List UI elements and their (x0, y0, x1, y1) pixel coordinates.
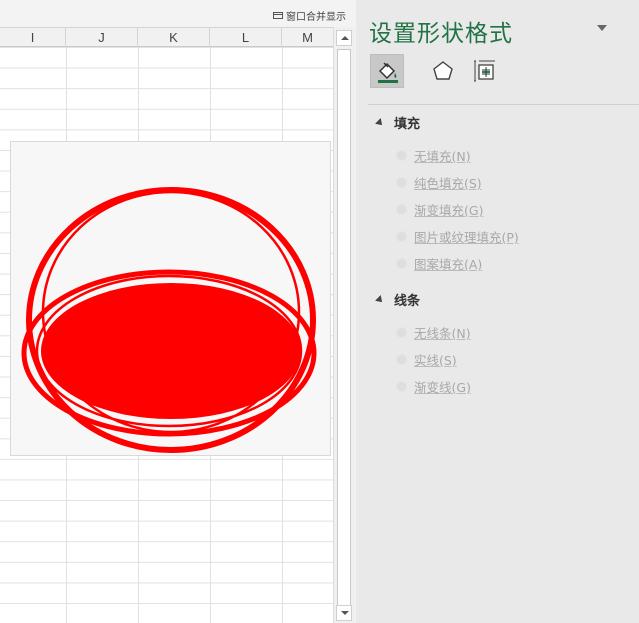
radio-gradient-fill[interactable] (396, 204, 407, 215)
fill-section-header[interactable]: 填充 (375, 113, 421, 132)
option-solid-fill[interactable]: 纯色填充(S) (396, 173, 482, 192)
vertical-scrollbar[interactable] (333, 27, 355, 623)
column-header-k[interactable]: K (138, 28, 210, 47)
option-gradient-fill[interactable]: 渐变填充(G) (396, 200, 483, 219)
pane-title: 设置形状格式 (369, 21, 513, 47)
option-pattern-fill-label: 图案填充(A) (414, 257, 483, 272)
column-header-m[interactable]: M (282, 28, 333, 47)
line-section-header[interactable]: 线条 (375, 290, 421, 309)
size-properties-icon (474, 60, 495, 82)
collapse-triangle-icon (375, 294, 385, 305)
option-solid-fill-label: 纯色填充(S) (414, 176, 482, 191)
option-pattern-fill[interactable]: 图案填充(A) (396, 254, 482, 273)
option-picture-texture-fill[interactable]: 图片或纹理填充(P) (396, 227, 519, 246)
option-gradient-line[interactable]: 渐变线(G) (396, 377, 471, 396)
merge-window-label: 窗口合并显示 (286, 11, 346, 23)
worksheet[interactable]: I J K L M (0, 27, 333, 623)
tab-effects[interactable] (426, 54, 460, 88)
column-header-i[interactable]: I (0, 28, 66, 47)
pentagon-icon (433, 61, 453, 80)
option-picture-texture-fill-label: 图片或纹理填充(P) (414, 230, 519, 245)
scroll-down-arrow-icon[interactable] (336, 605, 352, 621)
column-header-l[interactable]: L (210, 28, 282, 47)
option-gradient-line-label: 渐变线(G) (414, 380, 471, 395)
radio-picture-texture-fill[interactable] (396, 231, 407, 242)
radio-pattern-fill[interactable] (396, 258, 407, 269)
tab-fill-line[interactable] (370, 54, 404, 88)
line-section-label: 线条 (394, 294, 421, 309)
scroll-thumb[interactable] (337, 49, 351, 617)
radio-solid-fill[interactable] (396, 177, 407, 188)
basket-shape-group[interactable] (11, 142, 332, 457)
fill-section-label: 填充 (394, 117, 421, 132)
scroll-up-arrow-icon[interactable] (336, 30, 352, 46)
tab-size-properties[interactable] (468, 54, 502, 88)
option-no-line-label: 无线条(N) (414, 326, 471, 341)
merge-window-button[interactable]: 窗口合并显示 (273, 8, 346, 23)
option-solid-line[interactable]: 实线(S) (396, 350, 457, 369)
collapse-triangle-icon (375, 117, 385, 128)
drawing-canvas[interactable] (10, 141, 331, 456)
window-top-strip: 窗口合并显示 (0, 0, 356, 27)
pane-options-dropdown-icon[interactable] (597, 25, 607, 31)
column-header-row: I J K L M (0, 27, 333, 47)
filled-base-shape[interactable] (41, 283, 301, 419)
radio-no-fill[interactable] (396, 150, 407, 161)
pane-divider (368, 104, 639, 105)
radio-solid-line[interactable] (396, 354, 407, 365)
radio-gradient-line[interactable] (396, 381, 407, 392)
option-solid-line-label: 实线(S) (414, 353, 457, 368)
option-no-line[interactable]: 无线条(N) (396, 323, 471, 342)
paint-bucket-icon (378, 62, 398, 83)
format-shape-pane: 设置形状格式 填充 无填充(N) 纯色填充(S) 渐变填充(G) 图片或纹理填充… (356, 0, 639, 623)
option-gradient-fill-label: 渐变填充(G) (414, 203, 484, 218)
option-no-fill[interactable]: 无填充(N) (396, 146, 471, 165)
option-no-fill-label: 无填充(N) (414, 149, 471, 164)
column-header-j[interactable]: J (66, 28, 138, 47)
window-icon (273, 11, 283, 19)
radio-no-line[interactable] (396, 327, 407, 338)
